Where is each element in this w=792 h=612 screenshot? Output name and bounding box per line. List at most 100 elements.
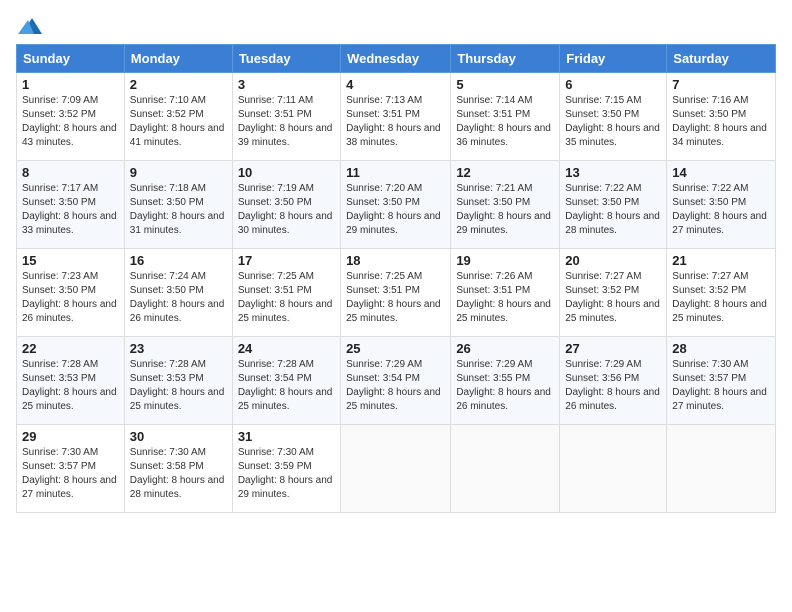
calendar-week-row: 22 Sunrise: 7:28 AM Sunset: 3:53 PM Dayl…	[17, 337, 776, 425]
calendar-cell: 12 Sunrise: 7:21 AM Sunset: 3:50 PM Dayl…	[451, 161, 560, 249]
calendar-header-row: SundayMondayTuesdayWednesdayThursdayFrid…	[17, 45, 776, 73]
day-number: 10	[238, 165, 335, 180]
day-info: Sunrise: 7:27 AM Sunset: 3:52 PM Dayligh…	[672, 270, 770, 326]
day-info: Sunrise: 7:22 AM Sunset: 3:50 PM Dayligh…	[672, 182, 770, 238]
day-number: 9	[130, 165, 227, 180]
calendar-cell: 19 Sunrise: 7:26 AM Sunset: 3:51 PM Dayl…	[451, 249, 560, 337]
calendar-cell: 27 Sunrise: 7:29 AM Sunset: 3:56 PM Dayl…	[560, 337, 667, 425]
day-number: 1	[22, 77, 119, 92]
day-info: Sunrise: 7:28 AM Sunset: 3:53 PM Dayligh…	[22, 358, 119, 414]
day-number: 28	[672, 341, 770, 356]
day-number: 14	[672, 165, 770, 180]
day-number: 29	[22, 429, 119, 444]
day-number: 8	[22, 165, 119, 180]
calendar-cell: 22 Sunrise: 7:28 AM Sunset: 3:53 PM Dayl…	[17, 337, 125, 425]
day-info: Sunrise: 7:18 AM Sunset: 3:50 PM Dayligh…	[130, 182, 227, 238]
calendar-cell: 17 Sunrise: 7:25 AM Sunset: 3:51 PM Dayl…	[232, 249, 340, 337]
calendar-cell: 9 Sunrise: 7:18 AM Sunset: 3:50 PM Dayli…	[124, 161, 232, 249]
day-info: Sunrise: 7:27 AM Sunset: 3:52 PM Dayligh…	[565, 270, 661, 326]
calendar-cell: 2 Sunrise: 7:10 AM Sunset: 3:52 PM Dayli…	[124, 73, 232, 161]
day-info: Sunrise: 7:30 AM Sunset: 3:59 PM Dayligh…	[238, 446, 335, 502]
calendar-header-tuesday: Tuesday	[232, 45, 340, 73]
day-number: 27	[565, 341, 661, 356]
day-info: Sunrise: 7:30 AM Sunset: 3:57 PM Dayligh…	[672, 358, 770, 414]
calendar-cell: 23 Sunrise: 7:28 AM Sunset: 3:53 PM Dayl…	[124, 337, 232, 425]
calendar-header-sunday: Sunday	[17, 45, 125, 73]
day-info: Sunrise: 7:17 AM Sunset: 3:50 PM Dayligh…	[22, 182, 119, 238]
day-number: 24	[238, 341, 335, 356]
calendar-cell: 10 Sunrise: 7:19 AM Sunset: 3:50 PM Dayl…	[232, 161, 340, 249]
calendar-cell: 14 Sunrise: 7:22 AM Sunset: 3:50 PM Dayl…	[667, 161, 776, 249]
day-info: Sunrise: 7:16 AM Sunset: 3:50 PM Dayligh…	[672, 94, 770, 150]
logo-icon	[18, 16, 42, 36]
day-info: Sunrise: 7:26 AM Sunset: 3:51 PM Dayligh…	[456, 270, 554, 326]
calendar-table: SundayMondayTuesdayWednesdayThursdayFrid…	[16, 44, 776, 513]
day-number: 23	[130, 341, 227, 356]
calendar-cell: 5 Sunrise: 7:14 AM Sunset: 3:51 PM Dayli…	[451, 73, 560, 161]
day-info: Sunrise: 7:09 AM Sunset: 3:52 PM Dayligh…	[22, 94, 119, 150]
calendar-cell: 20 Sunrise: 7:27 AM Sunset: 3:52 PM Dayl…	[560, 249, 667, 337]
calendar-cell: 28 Sunrise: 7:30 AM Sunset: 3:57 PM Dayl…	[667, 337, 776, 425]
calendar-cell: 11 Sunrise: 7:20 AM Sunset: 3:50 PM Dayl…	[341, 161, 451, 249]
calendar-cell: 24 Sunrise: 7:28 AM Sunset: 3:54 PM Dayl…	[232, 337, 340, 425]
day-number: 7	[672, 77, 770, 92]
day-number: 13	[565, 165, 661, 180]
day-info: Sunrise: 7:24 AM Sunset: 3:50 PM Dayligh…	[130, 270, 227, 326]
calendar-cell	[341, 425, 451, 513]
day-info: Sunrise: 7:25 AM Sunset: 3:51 PM Dayligh…	[346, 270, 445, 326]
calendar-cell	[667, 425, 776, 513]
day-number: 6	[565, 77, 661, 92]
day-number: 2	[130, 77, 227, 92]
calendar-cell: 13 Sunrise: 7:22 AM Sunset: 3:50 PM Dayl…	[560, 161, 667, 249]
calendar-cell: 26 Sunrise: 7:29 AM Sunset: 3:55 PM Dayl…	[451, 337, 560, 425]
day-info: Sunrise: 7:15 AM Sunset: 3:50 PM Dayligh…	[565, 94, 661, 150]
day-number: 17	[238, 253, 335, 268]
calendar-cell: 1 Sunrise: 7:09 AM Sunset: 3:52 PM Dayli…	[17, 73, 125, 161]
day-info: Sunrise: 7:29 AM Sunset: 3:56 PM Dayligh…	[565, 358, 661, 414]
calendar-header-friday: Friday	[560, 45, 667, 73]
calendar-cell	[451, 425, 560, 513]
day-number: 19	[456, 253, 554, 268]
day-info: Sunrise: 7:19 AM Sunset: 3:50 PM Dayligh…	[238, 182, 335, 238]
calendar-cell: 16 Sunrise: 7:24 AM Sunset: 3:50 PM Dayl…	[124, 249, 232, 337]
calendar-week-row: 15 Sunrise: 7:23 AM Sunset: 3:50 PM Dayl…	[17, 249, 776, 337]
day-number: 20	[565, 253, 661, 268]
day-info: Sunrise: 7:29 AM Sunset: 3:54 PM Dayligh…	[346, 358, 445, 414]
day-info: Sunrise: 7:22 AM Sunset: 3:50 PM Dayligh…	[565, 182, 661, 238]
calendar-cell: 6 Sunrise: 7:15 AM Sunset: 3:50 PM Dayli…	[560, 73, 667, 161]
calendar-cell: 30 Sunrise: 7:30 AM Sunset: 3:58 PM Dayl…	[124, 425, 232, 513]
day-info: Sunrise: 7:20 AM Sunset: 3:50 PM Dayligh…	[346, 182, 445, 238]
day-number: 5	[456, 77, 554, 92]
day-info: Sunrise: 7:30 AM Sunset: 3:58 PM Dayligh…	[130, 446, 227, 502]
calendar-week-row: 1 Sunrise: 7:09 AM Sunset: 3:52 PM Dayli…	[17, 73, 776, 161]
day-info: Sunrise: 7:23 AM Sunset: 3:50 PM Dayligh…	[22, 270, 119, 326]
day-number: 18	[346, 253, 445, 268]
calendar-cell: 29 Sunrise: 7:30 AM Sunset: 3:57 PM Dayl…	[17, 425, 125, 513]
day-number: 22	[22, 341, 119, 356]
day-number: 26	[456, 341, 554, 356]
day-number: 4	[346, 77, 445, 92]
day-number: 31	[238, 429, 335, 444]
page-header	[16, 16, 776, 36]
calendar-week-row: 8 Sunrise: 7:17 AM Sunset: 3:50 PM Dayli…	[17, 161, 776, 249]
calendar-cell: 8 Sunrise: 7:17 AM Sunset: 3:50 PM Dayli…	[17, 161, 125, 249]
calendar-header-thursday: Thursday	[451, 45, 560, 73]
day-number: 3	[238, 77, 335, 92]
calendar-header-monday: Monday	[124, 45, 232, 73]
day-number: 21	[672, 253, 770, 268]
day-info: Sunrise: 7:25 AM Sunset: 3:51 PM Dayligh…	[238, 270, 335, 326]
day-number: 25	[346, 341, 445, 356]
day-info: Sunrise: 7:14 AM Sunset: 3:51 PM Dayligh…	[456, 94, 554, 150]
day-info: Sunrise: 7:21 AM Sunset: 3:50 PM Dayligh…	[456, 182, 554, 238]
day-number: 11	[346, 165, 445, 180]
calendar-cell	[560, 425, 667, 513]
day-info: Sunrise: 7:28 AM Sunset: 3:53 PM Dayligh…	[130, 358, 227, 414]
calendar-cell: 15 Sunrise: 7:23 AM Sunset: 3:50 PM Dayl…	[17, 249, 125, 337]
day-number: 12	[456, 165, 554, 180]
calendar-cell: 21 Sunrise: 7:27 AM Sunset: 3:52 PM Dayl…	[667, 249, 776, 337]
day-number: 30	[130, 429, 227, 444]
calendar-cell: 25 Sunrise: 7:29 AM Sunset: 3:54 PM Dayl…	[341, 337, 451, 425]
calendar-cell: 3 Sunrise: 7:11 AM Sunset: 3:51 PM Dayli…	[232, 73, 340, 161]
logo	[16, 16, 44, 36]
calendar-cell: 4 Sunrise: 7:13 AM Sunset: 3:51 PM Dayli…	[341, 73, 451, 161]
